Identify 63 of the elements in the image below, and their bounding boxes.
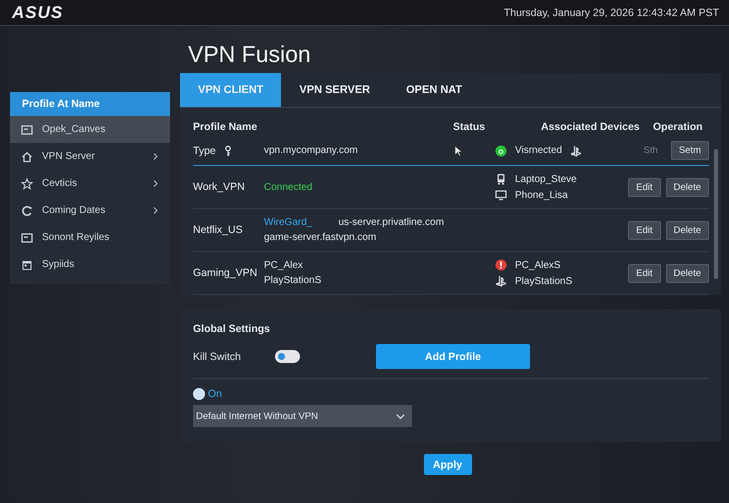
gamepad-icon <box>495 275 507 287</box>
card-icon <box>21 232 33 244</box>
profile-detail: us-server.privatline.com <box>338 217 444 228</box>
sidebar-item[interactable]: Sonont Reyiles <box>10 224 170 251</box>
home-icon <box>21 150 33 162</box>
device-name: Phone_Lisa <box>515 190 568 200</box>
row-action-button[interactable]: Setm <box>670 141 709 160</box>
device-name: Laptop_Steve <box>515 174 577 184</box>
profile-detail: vpn.mycompany.com <box>264 145 358 156</box>
row-action-button[interactable]: Edit <box>628 220 661 240</box>
chevron-icon <box>151 152 160 161</box>
monitor-icon <box>495 189 507 201</box>
profile-detail: Connected <box>264 182 312 192</box>
profile-detail: WireGard_ <box>264 217 312 228</box>
section-title: Global Settings <box>193 323 272 335</box>
toggle-switch[interactable] <box>275 350 300 363</box>
column-header: Associated Devices <box>541 121 641 133</box>
profile-name: Work_VPN <box>193 181 245 193</box>
row-action-button[interactable]: Delete <box>666 178 709 196</box>
column-header: Status <box>453 121 486 133</box>
alert-icon <box>495 259 507 271</box>
device-name: Visrnected <box>515 145 562 156</box>
device-icon <box>495 173 507 185</box>
calendar-icon <box>21 258 33 270</box>
chevron-icon <box>151 179 160 188</box>
sidebar-item[interactable]: Sypiids <box>10 251 170 278</box>
status-ok-icon <box>495 144 507 156</box>
scrollbar[interactable] <box>714 149 718 279</box>
toggle-dot[interactable] <box>193 388 205 400</box>
column-header: Operation <box>653 121 704 133</box>
setting-label: Kill Switch <box>193 350 242 362</box>
tab[interactable]: VPN SERVER <box>281 73 388 107</box>
date-time: Thursday, January 29, 2026 12:43:42 AM PST <box>504 6 719 18</box>
card-icon <box>21 124 33 136</box>
pointer-icon <box>453 144 465 156</box>
profile-name: Type <box>193 144 216 156</box>
dropdown-field[interactable]: Default Internet Without VPN <box>193 405 412 427</box>
profile-name: Gaming_VPN <box>193 267 258 279</box>
star-icon <box>21 178 33 190</box>
toggle-label: On <box>208 388 222 400</box>
gamepad-icon <box>570 144 582 156</box>
sidebar-item[interactable]: VPN Server <box>10 143 170 170</box>
sidebar-item[interactable]: Opek_Canves <box>10 116 170 143</box>
row-action-button[interactable]: Edit <box>628 178 661 196</box>
column-header: Profile Name <box>193 121 258 133</box>
row-action-button[interactable]: Edit <box>628 264 661 282</box>
profile-detail: game-server.fastvpn.com <box>264 232 376 243</box>
tab[interactable]: OPEN NAT <box>388 73 480 107</box>
logo: ASUS <box>12 2 64 22</box>
row-action-button[interactable]: Delete <box>666 220 709 240</box>
page-title: VPN Fusion <box>188 40 312 69</box>
chevron-icon <box>151 206 160 215</box>
sidebar-title: Profile At Name <box>10 92 170 116</box>
profile-detail: PlayStationS <box>264 275 322 286</box>
faded-action: Sth <box>644 145 658 156</box>
row-action-button[interactable]: Delete <box>666 264 709 282</box>
device-name: PlayStationS <box>515 276 572 286</box>
device-name: PC_AlexS <box>515 260 561 270</box>
profile-detail: PC_Alex <box>264 260 303 271</box>
sidebar-item[interactable]: Coming Dates <box>10 197 170 224</box>
refresh-icon <box>21 204 33 216</box>
profile-name: Netflix_US <box>193 224 243 236</box>
sidebar-item[interactable]: Cevticis <box>10 170 170 197</box>
